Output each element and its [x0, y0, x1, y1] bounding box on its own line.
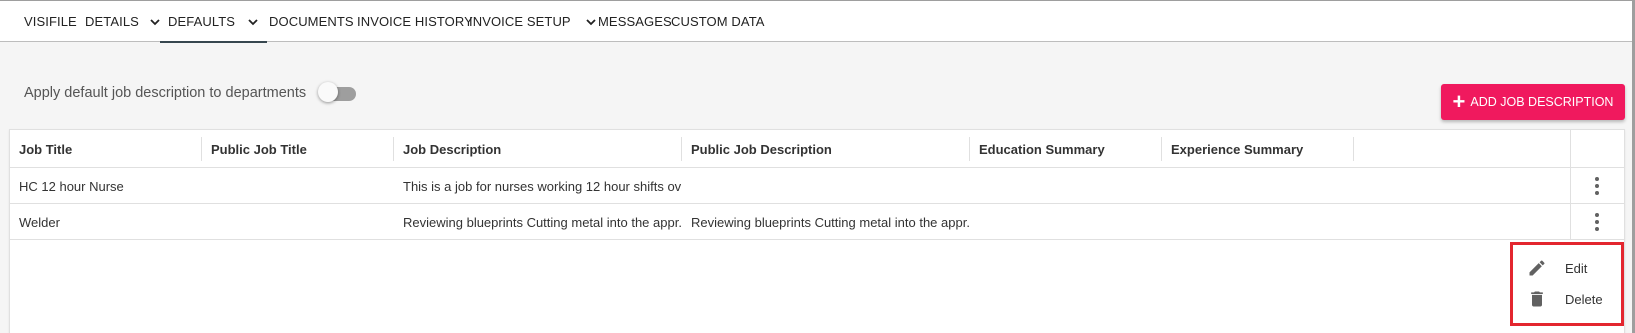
- tab-invoice-setup[interactable]: INVOICE SETUP: [469, 1, 597, 42]
- column-header-public-job-title[interactable]: Public Job Title: [202, 130, 307, 168]
- menu-item-edit[interactable]: Edit: [1513, 253, 1621, 283]
- cell-education-summary: [970, 168, 1161, 204]
- cell-experience-summary: [1162, 204, 1353, 240]
- cell-public-job-title: [202, 204, 393, 240]
- plus-icon: +: [1452, 89, 1466, 114]
- toggle-label: Apply default job description to departm…: [24, 85, 307, 101]
- tab-details[interactable]: DETAILS: [85, 1, 161, 42]
- tab-messages[interactable]: MESSAGES: [598, 1, 672, 42]
- pencil-icon: [1529, 260, 1545, 276]
- cell-job-title: HC 12 hour Nurse: [19, 178, 124, 194]
- menu-item-label: Delete: [1565, 291, 1603, 307]
- trash-icon: [1531, 291, 1543, 307]
- tab-label: VISIFILE: [24, 14, 77, 29]
- tab-documents[interactable]: DOCUMENTS: [269, 1, 354, 42]
- tab-label: INVOICE HISTORY: [357, 14, 473, 29]
- tab-label: DOCUMENTS: [269, 14, 354, 29]
- chevron-down-icon: [586, 18, 596, 25]
- cell-education-summary: [970, 204, 1161, 240]
- more-options-icon[interactable]: [1587, 210, 1607, 234]
- tab-label: MESSAGES: [598, 14, 672, 29]
- column-header-public-job-description[interactable]: Public Job Description: [682, 130, 832, 168]
- table-row[interactable]: HC 12 hour Nurse This is a job for nurse…: [10, 168, 1624, 204]
- cell-job-title: Welder: [19, 214, 60, 230]
- cell-job-description: This is a job for nurses working 12 hour…: [403, 178, 681, 194]
- menu-item-label: Edit: [1565, 260, 1588, 276]
- cell-public-job-title: [202, 168, 393, 204]
- tab-custom-data[interactable]: CUSTOM DATA: [671, 1, 765, 42]
- tab-defaults[interactable]: DEFAULTS: [159, 1, 268, 43]
- add-job-description-button[interactable]: + ADD JOB DESCRIPTION: [1441, 84, 1625, 120]
- cell-public-job-description: [682, 168, 969, 204]
- chevron-down-icon: [248, 18, 258, 25]
- column-divider: [1353, 137, 1354, 161]
- column-header-job-description[interactable]: Job Description: [394, 130, 501, 168]
- row-actions-column: [1570, 130, 1624, 240]
- table-row[interactable]: Welder Reviewing blueprints Cutting meta…: [10, 204, 1624, 240]
- job-descriptions-table: Job Title Public Job Title Job Descripti…: [9, 129, 1625, 333]
- default-description-toggle[interactable]: [318, 82, 357, 102]
- tab-invoice-history[interactable]: INVOICE HISTORY: [357, 1, 473, 42]
- tab-label: CUSTOM DATA: [671, 14, 765, 29]
- more-options-icon[interactable]: [1587, 174, 1607, 198]
- cell-experience-summary: [1162, 168, 1353, 204]
- tab-visifile[interactable]: VISIFILE: [24, 1, 77, 42]
- chevron-down-icon: [150, 18, 160, 25]
- menu-item-delete[interactable]: Delete: [1513, 284, 1621, 314]
- tab-label: DEFAULTS: [168, 14, 236, 29]
- default-description-toggle-row: Apply default job description to departm…: [24, 82, 357, 104]
- tab-label: INVOICE SETUP: [469, 14, 571, 29]
- table-header: Job Title Public Job Title Job Descripti…: [10, 130, 1624, 168]
- top-navigation: VISIFILE DETAILS DEFAULTS DOCUMENTS INVO…: [0, 0, 1635, 43]
- column-header-experience-summary[interactable]: Experience Summary: [1162, 130, 1303, 168]
- cell-job-description: Reviewing blueprints Cutting metal into …: [403, 214, 681, 230]
- column-header-education-summary[interactable]: Education Summary: [970, 130, 1105, 168]
- toggle-thumb: [318, 82, 339, 102]
- add-button-label: ADD JOB DESCRIPTION: [1470, 95, 1614, 109]
- cell-public-job-description: Reviewing blueprints Cutting metal into …: [691, 214, 969, 230]
- column-header-job-title[interactable]: Job Title: [10, 130, 72, 168]
- row-context-menu: Edit Delete: [1510, 242, 1624, 326]
- tab-label: DETAILS: [85, 14, 139, 29]
